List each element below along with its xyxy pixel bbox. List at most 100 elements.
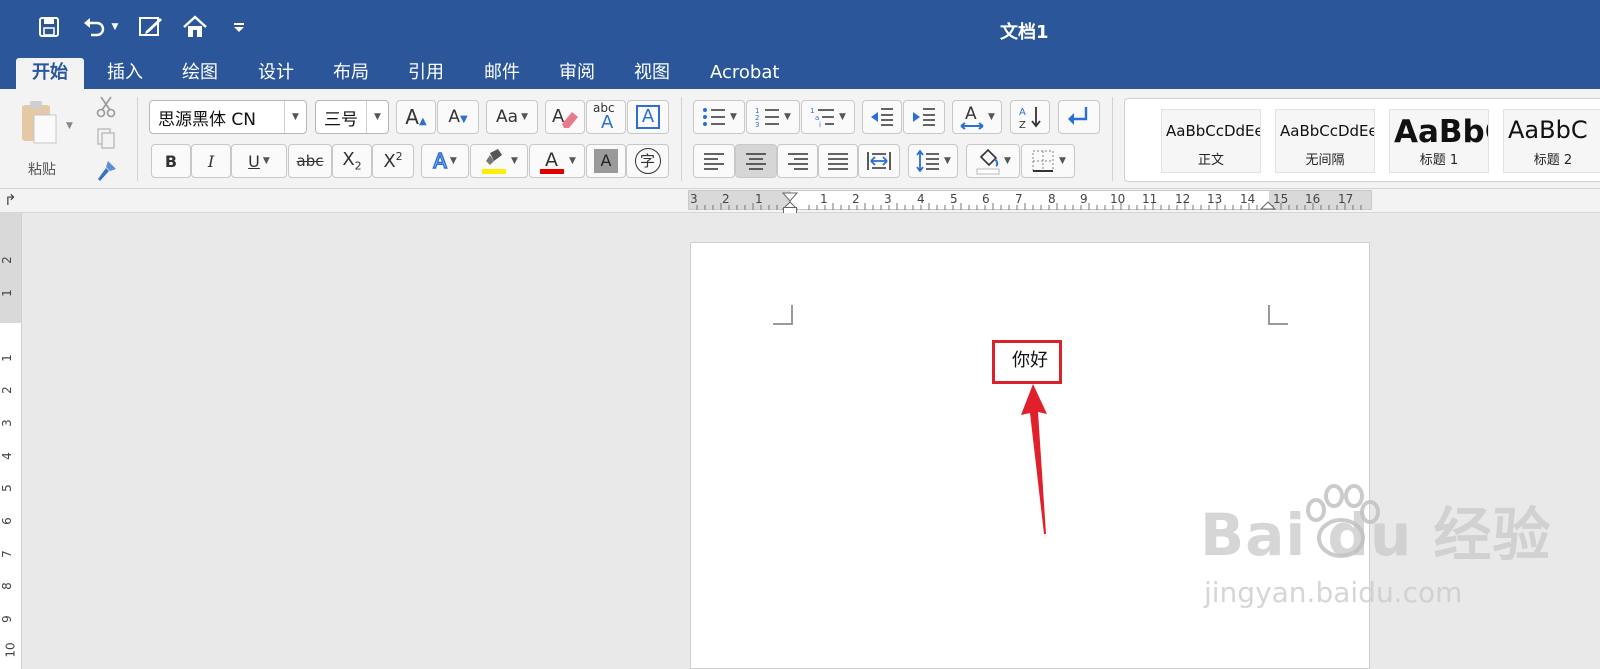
edit-document-icon[interactable] xyxy=(136,12,166,42)
style-normal[interactable]: AaBbCcDdEe 正文 xyxy=(1161,109,1261,173)
copy-icon[interactable] xyxy=(94,127,118,155)
shrink-font-button[interactable]: A▼ xyxy=(437,100,479,134)
clear-formatting-button[interactable]: A xyxy=(545,100,585,134)
character-shading-button[interactable]: A xyxy=(586,144,626,178)
enclose-characters-button[interactable]: 字 xyxy=(626,144,669,178)
home-icon[interactable] xyxy=(180,12,210,42)
ruler-bar: ↱ 3 2 1 1 2 3 4 5 6 7 8 9 10 11 12 13 14… xyxy=(0,189,1600,215)
grow-font-button[interactable]: A▲ xyxy=(396,100,436,134)
page-margin-corner xyxy=(773,305,793,325)
style-label: 标题 2 xyxy=(1533,153,1573,168)
tab-review[interactable]: 审阅 xyxy=(543,58,611,89)
style-heading-1[interactable]: AaBbC 标题 1 xyxy=(1389,109,1489,173)
tab-references[interactable]: 引用 xyxy=(392,58,460,89)
ruler-number: 7 xyxy=(1015,192,1023,206)
show-formatting-marks-button[interactable] xyxy=(1058,100,1100,134)
subscript-button[interactable]: X2 xyxy=(332,144,372,178)
svg-text:i: i xyxy=(819,121,821,128)
text-direction-icon: A xyxy=(960,104,984,130)
undo-icon[interactable] xyxy=(80,12,110,42)
tab-layout[interactable]: 布局 xyxy=(317,58,385,89)
numbering-icon: 123 xyxy=(755,107,780,128)
eraser-icon: A xyxy=(552,106,578,128)
enclose-characters-icon: 字 xyxy=(634,148,661,174)
superscript-button[interactable]: X2 xyxy=(372,144,414,178)
line-spacing-icon xyxy=(916,150,940,172)
customize-qat-icon[interactable] xyxy=(224,12,254,42)
strikethrough-icon: abc xyxy=(296,152,324,170)
style-heading-2[interactable]: AaBbC 标题 2 xyxy=(1503,109,1600,173)
ruler-number: 15 xyxy=(1273,192,1289,206)
tab-home[interactable]: 开始 xyxy=(16,58,84,89)
strikethrough-button[interactable]: abc xyxy=(288,144,332,178)
ruler-number: 13 xyxy=(1207,192,1223,206)
align-center-button[interactable] xyxy=(735,144,777,178)
ruler-number: 10 xyxy=(1110,192,1126,206)
font-size-select[interactable]: 三号 ▼ xyxy=(315,100,389,134)
ruler-number: 2 xyxy=(722,192,730,206)
style-label: 正文 xyxy=(1197,153,1224,168)
format-painter-icon[interactable] xyxy=(94,159,118,187)
letter-a-icon: A xyxy=(601,112,614,133)
italic-button[interactable]: I xyxy=(191,144,231,178)
ruler-number: 1 xyxy=(0,354,14,362)
tab-mailings[interactable]: 邮件 xyxy=(468,58,536,89)
align-left-button[interactable] xyxy=(693,144,735,178)
tab-selector-icon[interactable]: ↱ xyxy=(4,191,17,209)
bold-button[interactable]: B xyxy=(151,144,191,178)
tab-insert[interactable]: 插入 xyxy=(91,58,159,89)
borders-icon xyxy=(1032,150,1054,172)
tab-acrobat[interactable]: Acrobat xyxy=(694,58,795,89)
ruler-number: 8 xyxy=(0,582,14,590)
paste-button[interactable]: ▼ 粘贴 xyxy=(14,97,76,178)
undo-dropdown-icon[interactable]: ▼ xyxy=(108,12,122,42)
borders-button[interactable]: ▼ xyxy=(1021,144,1075,178)
tab-view[interactable]: 视图 xyxy=(618,58,686,89)
vertical-ruler[interactable]: 2 1 1 2 3 4 5 6 7 8 9 10 xyxy=(0,213,22,669)
change-case-icon: Aa xyxy=(496,107,519,127)
font-color-button[interactable]: A ▼ xyxy=(529,144,585,178)
change-case-button[interactable]: Aa ▼ xyxy=(486,100,538,134)
ruler-number: 2 xyxy=(852,192,860,206)
ruler-number: 3 xyxy=(0,419,14,427)
cut-icon[interactable] xyxy=(94,95,118,123)
underline-button[interactable]: U ▼ xyxy=(231,144,287,178)
tab-draw[interactable]: 绘图 xyxy=(166,58,234,89)
style-no-spacing[interactable]: AaBbCcDdEe 无间隔 xyxy=(1275,109,1375,173)
font-size-value: 三号 xyxy=(324,109,358,130)
align-center-icon xyxy=(746,153,766,170)
bullets-button[interactable]: ▼ xyxy=(693,100,745,134)
highlight-button[interactable]: ▼ xyxy=(470,144,528,178)
ruler-number: 6 xyxy=(0,517,14,525)
text-direction-button[interactable]: A ▼ xyxy=(952,100,1002,134)
character-border-button[interactable]: A xyxy=(627,100,669,134)
text-effects-button[interactable]: A ▼ xyxy=(421,144,469,178)
paint-bucket-icon xyxy=(976,148,1000,175)
justify-button[interactable] xyxy=(818,144,858,178)
decrease-indent-button[interactable] xyxy=(862,100,902,134)
shading-button[interactable]: ▼ xyxy=(966,144,1020,178)
font-family-select[interactable]: 思源黑体 CN ▼ xyxy=(149,100,307,134)
ruler-number: 11 xyxy=(1142,192,1158,206)
bullets-icon xyxy=(703,108,726,126)
line-spacing-button[interactable]: ▼ xyxy=(908,144,958,178)
justify-icon xyxy=(828,153,848,170)
ruler-number: 1 xyxy=(820,192,828,206)
style-sample: AaBbCcDdEe xyxy=(1280,122,1375,140)
increase-indent-button[interactable] xyxy=(903,100,945,134)
tab-design[interactable]: 设计 xyxy=(242,58,310,89)
save-icon[interactable] xyxy=(34,12,64,42)
ruler-number: 3 xyxy=(690,192,698,206)
red-arrow-annotation xyxy=(1021,384,1047,534)
align-right-button[interactable] xyxy=(777,144,818,178)
watermark-url: jingyan.baidu.com xyxy=(1204,576,1463,609)
character-border-icon: A xyxy=(636,105,660,129)
phonetic-guide-button[interactable]: abc A xyxy=(586,100,626,134)
distributed-button[interactable] xyxy=(858,144,900,178)
numbering-button[interactable]: 1 2 3 ▼ xyxy=(746,100,800,134)
multilevel-list-button[interactable]: 1 a i ▼ xyxy=(801,100,855,134)
chevron-down-icon: ▼ xyxy=(366,101,388,133)
sort-button[interactable]: AZ xyxy=(1010,100,1050,134)
paste-dropdown-icon[interactable]: ▼ xyxy=(66,121,73,131)
phonetic-guide-icon: abc A xyxy=(589,101,623,133)
